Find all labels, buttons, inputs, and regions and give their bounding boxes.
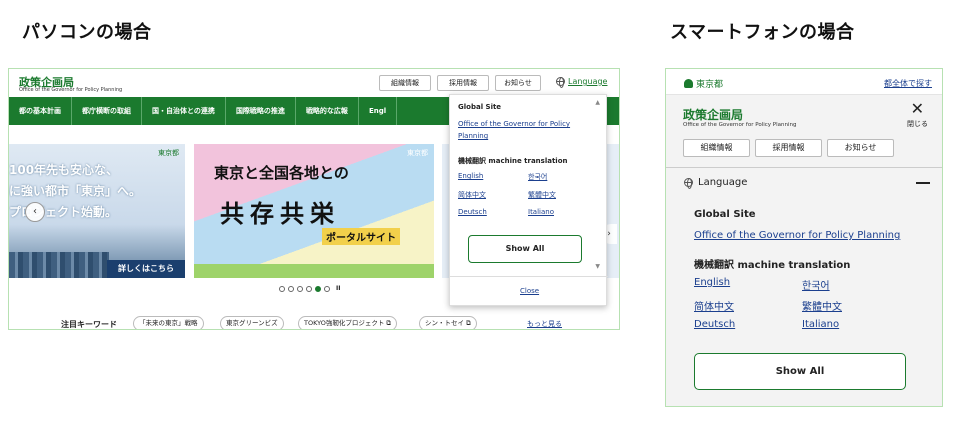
close-menu-label[interactable]: 閉じる — [907, 119, 928, 129]
lang-link-simplified-chinese[interactable]: 简体中文 — [694, 298, 734, 313]
carousel-dot[interactable] — [297, 285, 303, 292]
carousel-dot[interactable] — [306, 285, 312, 292]
global-site-link-line: Planning — [458, 132, 489, 140]
keyword-chip[interactable]: 「未来の東京」戦略 — [133, 316, 204, 329]
carousel-dot[interactable] — [279, 285, 285, 292]
global-site-heading: Global Site — [694, 209, 756, 220]
scroll-up-icon[interactable]: ▲ — [595, 99, 600, 106]
keyword-chip[interactable]: 東京グリーンビズ — [220, 316, 284, 329]
globe-icon — [556, 77, 565, 88]
slide-main-title: 共存共栄 — [220, 200, 340, 228]
lang-link-italian[interactable]: Italiano — [528, 208, 554, 216]
keywords-label: 注目キーワード — [61, 320, 117, 329]
smartphone-section-heading: スマートフォンの場合 — [670, 22, 855, 43]
slide-text-line: 100年先も安心な、 — [9, 163, 119, 177]
nav-item-strategic-pr[interactable]: 戦略的な広報 — [296, 97, 359, 125]
language-dropdown: ▲ Global Site Office of the Governor for… — [449, 94, 608, 306]
close-icon[interactable]: ✕ — [911, 101, 924, 117]
global-site-link[interactable]: Office of the Governor for Policy Planni… — [694, 230, 900, 241]
nav-item-international-strategy[interactable]: 国際戦略の推進 — [226, 97, 296, 125]
slide-text-line: に強い都市「東京」へ。 — [9, 184, 142, 198]
tokyo-logo[interactable]: 東京都 — [684, 77, 723, 90]
more-keywords-link[interactable]: もっと見る — [527, 319, 562, 329]
machine-translation-heading: 機械翻訳 machine translation — [694, 260, 851, 271]
show-all-languages-button[interactable]: Show All — [694, 353, 906, 390]
nav-item-english[interactable]: Engl — [359, 97, 398, 125]
global-site-link[interactable]: Office of the Governor for Policy Planni… — [458, 120, 570, 140]
carousel-pagination: II — [279, 285, 340, 292]
lang-link-korean[interactable]: 한국어 — [802, 277, 830, 292]
lang-link-traditional-chinese[interactable]: 繁體中文 — [802, 298, 842, 313]
lang-link-traditional-chinese[interactable]: 繁體中文 — [528, 190, 556, 200]
keyword-chip[interactable]: TOKYO強靭化プロジェクト ⧉ — [298, 316, 398, 329]
lang-link-italian[interactable]: Italiano — [802, 319, 839, 330]
lang-link-german[interactable]: Deutsch — [694, 319, 735, 330]
search-whole-site-link[interactable]: 都全体で探す — [884, 78, 932, 89]
slide-tokyo-logo: 東京都 — [407, 149, 428, 157]
slide-portal-label: ポータルサイト — [322, 228, 400, 245]
globe-icon — [684, 178, 693, 189]
pause-icon[interactable]: II — [336, 285, 340, 292]
language-label: Language — [698, 177, 748, 188]
global-site-heading: Global Site — [458, 103, 502, 111]
scroll-down-icon[interactable]: ▼ — [595, 263, 600, 270]
collapse-icon[interactable] — [916, 182, 930, 184]
lang-link-simplified-chinese[interactable]: 简体中文 — [458, 190, 486, 200]
language-button[interactable]: Language — [556, 77, 608, 88]
nav-item-national-collaboration[interactable]: 国・自治体との連携 — [142, 97, 226, 125]
carousel-prev-button[interactable]: ‹ — [25, 202, 45, 222]
lang-link-german[interactable]: Deutsch — [458, 208, 487, 216]
lang-link-english[interactable]: English — [458, 172, 483, 180]
divider — [666, 167, 942, 168]
sp-site-subtitle: Office of the Governor for Policy Planni… — [683, 122, 797, 128]
close-dropdown-link[interactable]: Close — [520, 287, 539, 295]
smartphone-screenshot: 東京都 都全体で探す 政策企画局 Office of the Governor … — [665, 68, 943, 407]
details-link[interactable]: 詳しくはこちら — [107, 260, 185, 278]
tokyo-logo-text: 東京都 — [696, 80, 724, 90]
keyword-chip[interactable]: シン・トセイ ⧉ — [419, 316, 477, 329]
organization-info-button[interactable]: 組織情報 — [379, 75, 431, 91]
lang-link-english[interactable]: English — [694, 277, 730, 288]
recruitment-info-button[interactable]: 採用情報 — [437, 75, 489, 91]
carousel-dot[interactable] — [324, 285, 330, 292]
pc-screenshot: 政策企画局 Office of the Governor for Policy … — [8, 68, 620, 330]
language-label: Language — [568, 77, 608, 86]
nav-item-basic-plan[interactable]: 都の基本計画 — [9, 97, 72, 125]
global-site-link-line: Office of the Governor for Policy — [458, 120, 571, 128]
carousel-dot-active[interactable] — [315, 285, 321, 292]
dropdown-divider — [450, 276, 608, 277]
news-button[interactable]: お知らせ — [827, 139, 894, 157]
tokyo-tree-icon — [684, 79, 693, 88]
slide-illustration — [194, 264, 434, 278]
pc-site-logo-subtitle: Office of the Governor for Policy Planni… — [19, 87, 123, 93]
city-skyline-image — [9, 252, 109, 278]
organization-info-button[interactable]: 組織情報 — [683, 139, 750, 157]
language-accordion-header[interactable]: Language — [684, 177, 748, 189]
sp-top-bar: 東京都 都全体で探す — [666, 69, 942, 95]
machine-translation-heading: 機械翻訳 machine translation — [458, 157, 568, 165]
pc-section-heading: パソコンの場合 — [22, 22, 152, 43]
carousel-dot[interactable] — [288, 285, 294, 292]
slide-tokyo-logo: 東京都 — [158, 149, 179, 157]
sp-site-title[interactable]: 政策企画局 — [683, 106, 743, 123]
nav-item-cross-initiatives[interactable]: 都庁横断の取組 — [72, 97, 142, 125]
slide-headline: 東京と全国各地との — [214, 164, 349, 182]
news-button[interactable]: お知らせ — [495, 75, 541, 91]
lang-link-korean[interactable]: 한국어 — [528, 172, 547, 182]
show-all-languages-button[interactable]: Show All — [468, 235, 582, 263]
recruitment-info-button[interactable]: 採用情報 — [755, 139, 822, 157]
carousel-slide-coexistence[interactable]: 東京都 東京と全国各地との 共存共栄 ポータルサイト — [194, 144, 434, 278]
